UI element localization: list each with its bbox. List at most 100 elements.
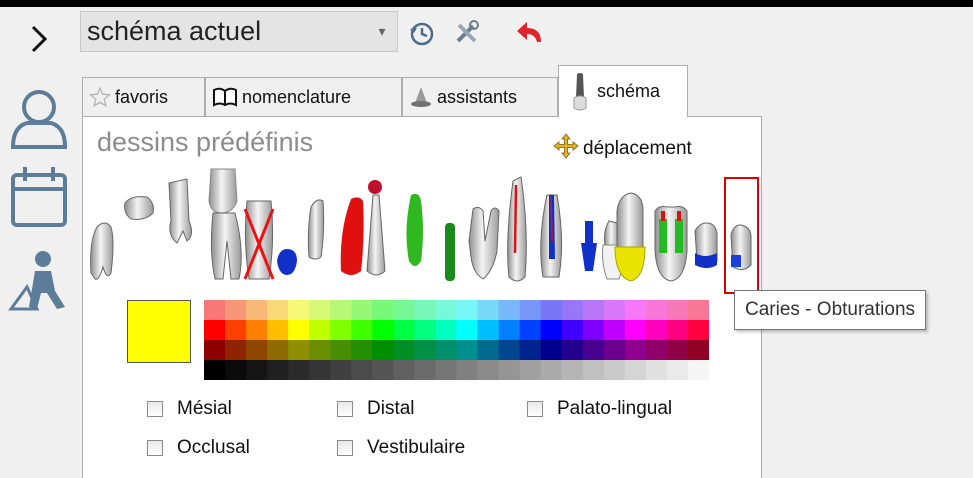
- palette-color-cell[interactable]: [372, 320, 394, 341]
- tooth-drawing-3[interactable]: [168, 178, 193, 244]
- checkbox-box[interactable]: [337, 401, 353, 417]
- palette-color-cell[interactable]: [414, 320, 436, 341]
- palette-color-cell[interactable]: [267, 320, 289, 341]
- palette-color-cell[interactable]: [225, 320, 247, 341]
- palette-color-cell[interactable]: [498, 360, 521, 380]
- palette-color-cell[interactable]: [393, 320, 415, 341]
- calendar-icon[interactable]: [0, 165, 78, 235]
- palette-color-cell[interactable]: [540, 360, 563, 380]
- palette-color-cell[interactable]: [435, 360, 457, 380]
- palette-color-cell[interactable]: [624, 320, 647, 341]
- palette-color-cell[interactable]: [498, 320, 521, 341]
- palette-color-cell[interactable]: [288, 320, 310, 341]
- palette-color-cell[interactable]: [414, 360, 436, 380]
- palette-color-cell[interactable]: [456, 360, 479, 380]
- palette-color-cell[interactable]: [666, 300, 689, 321]
- checkbox-mesial[interactable]: Mésial: [147, 398, 232, 420]
- palette-color-cell[interactable]: [435, 340, 457, 361]
- tooth-drawing-6[interactable]: [277, 249, 297, 275]
- palette-color-cell[interactable]: [645, 300, 668, 321]
- tooth-drawing-15[interactable]: [581, 221, 597, 271]
- palette-color-cell[interactable]: [456, 320, 479, 341]
- palette-color-cell[interactable]: [372, 360, 394, 380]
- tooth-drawing-13[interactable]: [507, 176, 527, 282]
- palette-color-cell[interactable]: [561, 340, 584, 361]
- tools-icon[interactable]: [450, 19, 484, 47]
- palette-color-cell[interactable]: [372, 340, 394, 361]
- history-icon[interactable]: [405, 19, 439, 47]
- palette-color-cell[interactable]: [330, 360, 352, 380]
- palette-color-cell[interactable]: [225, 300, 247, 321]
- checkbox-box[interactable]: [147, 440, 163, 456]
- tooth-drawing-12[interactable]: [468, 206, 500, 280]
- tab-nomenclature[interactable]: nomenclature: [205, 77, 402, 116]
- palette-color-cell[interactable]: [540, 340, 563, 361]
- tooth-drawing-4[interactable]: [208, 168, 242, 280]
- tab-schema[interactable]: schéma: [558, 65, 688, 117]
- palette-color-cell[interactable]: [624, 300, 647, 321]
- palette-color-cell[interactable]: [246, 360, 268, 380]
- palette-color-cell[interactable]: [309, 320, 331, 341]
- palette-color-cell[interactable]: [204, 300, 226, 321]
- palette-color-cell[interactable]: [687, 360, 709, 380]
- palette-color-cell[interactable]: [603, 340, 626, 361]
- palette-color-cell[interactable]: [204, 320, 226, 341]
- tab-assistants[interactable]: assistants: [402, 77, 558, 116]
- palette-color-cell[interactable]: [477, 300, 500, 321]
- palette-color-cell[interactable]: [561, 300, 584, 321]
- palette-color-cell[interactable]: [393, 340, 415, 361]
- undo-icon[interactable]: [513, 19, 547, 47]
- checkbox-box[interactable]: [337, 440, 353, 456]
- palette-color-cell[interactable]: [204, 360, 226, 380]
- palette-color-cell[interactable]: [645, 340, 668, 361]
- tooth-drawing-5[interactable]: [243, 200, 275, 280]
- checkbox-box[interactable]: [527, 401, 543, 417]
- palette-color-cell[interactable]: [540, 320, 563, 341]
- tooth-drawing-18[interactable]: [654, 206, 688, 282]
- palette-color-cell[interactable]: [582, 360, 605, 380]
- palette-color-cell[interactable]: [309, 300, 331, 321]
- palette-color-cell[interactable]: [582, 300, 605, 321]
- color-palette[interactable]: [204, 300, 709, 380]
- palette-color-cell[interactable]: [393, 360, 415, 380]
- palette-color-cell[interactable]: [414, 340, 436, 361]
- palette-color-cell[interactable]: [456, 340, 479, 361]
- palette-color-cell[interactable]: [351, 360, 373, 380]
- checkbox-vestibulaire[interactable]: Vestibulaire: [337, 437, 465, 459]
- tooth-drawing-2[interactable]: [124, 196, 154, 220]
- palette-color-cell[interactable]: [309, 340, 331, 361]
- palette-color-cell[interactable]: [330, 320, 352, 341]
- chevron-right-icon[interactable]: [0, 21, 78, 57]
- palette-color-cell[interactable]: [519, 320, 542, 341]
- tooth-drawing-1[interactable]: [90, 222, 114, 280]
- palette-color-cell[interactable]: [561, 360, 584, 380]
- checkbox-palato-lingual[interactable]: Palato-lingual: [527, 398, 672, 420]
- palette-color-cell[interactable]: [456, 300, 479, 321]
- palette-color-cell[interactable]: [498, 340, 521, 361]
- palette-color-cell[interactable]: [603, 360, 626, 380]
- palette-color-cell[interactable]: [435, 320, 457, 341]
- palette-color-cell[interactable]: [246, 320, 268, 341]
- chevron-down-icon[interactable]: ▾: [367, 23, 397, 40]
- palette-color-cell[interactable]: [393, 300, 415, 321]
- palette-color-cell[interactable]: [225, 360, 247, 380]
- tooth-drawing-7[interactable]: [307, 199, 325, 260]
- user-icon[interactable]: [0, 85, 78, 155]
- palette-color-cell[interactable]: [645, 360, 668, 380]
- palette-color-cell[interactable]: [561, 320, 584, 341]
- palette-color-cell[interactable]: [288, 360, 310, 380]
- palette-color-cell[interactable]: [687, 340, 709, 361]
- palette-color-cell[interactable]: [267, 300, 289, 321]
- palette-color-cell[interactable]: [225, 340, 247, 361]
- palette-color-cell[interactable]: [288, 340, 310, 361]
- palette-color-cell[interactable]: [351, 320, 373, 341]
- tooth-drawing-11[interactable]: [445, 223, 455, 281]
- palette-color-cell[interactable]: [624, 340, 647, 361]
- palette-color-cell[interactable]: [435, 300, 457, 321]
- palette-color-cell[interactable]: [330, 300, 352, 321]
- checkbox-occlusal[interactable]: Occlusal: [147, 437, 250, 459]
- palette-color-cell[interactable]: [687, 300, 709, 321]
- palette-color-cell[interactable]: [477, 360, 500, 380]
- palette-color-cell[interactable]: [477, 320, 500, 341]
- palette-color-cell[interactable]: [603, 300, 626, 321]
